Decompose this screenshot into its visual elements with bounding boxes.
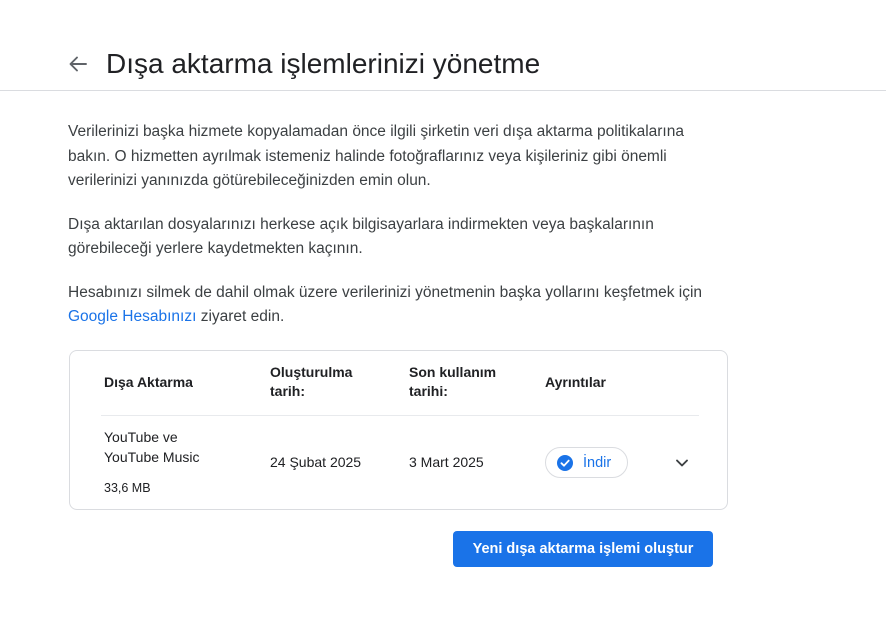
create-new-export-button[interactable]: Yeni dışa aktarma işlemi oluştur: [453, 531, 713, 567]
arrow-back-icon: [69, 56, 87, 72]
account-text-before: Hesabınızı silmek de dahil olmak üzere v…: [68, 283, 703, 301]
exports-table: Dışa Aktarma Oluşturulma tarih: Son kull…: [69, 350, 728, 510]
export-size: 33,6 MB: [104, 481, 151, 495]
intro-paragraph-policies: Verilerinizi başka hizmete kopyalamadan …: [68, 123, 684, 189]
intro-paragraph-account: Hesabınızı silmek de dahil olmak üzere v…: [68, 281, 728, 330]
download-button-label: İndir: [583, 454, 612, 471]
download-button[interactable]: İndir: [545, 447, 628, 478]
last-used-date: 3 Mart 2025: [409, 454, 484, 470]
intro-section: Verilerinizi başka hizmete kopyalamadan …: [68, 120, 728, 349]
page-header: Dışa aktarma işlemlerinizi yönetme: [0, 0, 886, 91]
export-name: YouTube ve YouTube Music: [104, 427, 199, 467]
column-header-details: Ayrıntılar: [545, 374, 606, 390]
account-text-after: ziyaret edin.: [196, 308, 285, 325]
chevron-down-icon: [676, 459, 688, 467]
column-header-created: Oluşturulma tarih:: [270, 363, 352, 401]
back-button[interactable]: [62, 50, 94, 78]
export-name-line1: YouTube ve: [104, 429, 178, 445]
google-account-link[interactable]: Google Hesabınızı: [68, 308, 196, 325]
export-name-line2: YouTube Music: [104, 449, 200, 465]
column-header-created-line1: Oluşturulma: [270, 364, 353, 380]
column-header-last-used-line1: Son kullanım: [409, 364, 497, 380]
column-header-created-line2: tarih:: [270, 383, 305, 399]
column-header-last-used-line2: tarihi:: [409, 383, 448, 399]
intro-paragraph-privacy: Dışa aktarılan dosyalarınızı herkese açı…: [68, 215, 654, 258]
column-header-last-used: Son kullanım tarihi:: [409, 363, 496, 401]
column-header-export: Dışa Aktarma: [104, 374, 193, 390]
table-header-divider: [101, 415, 699, 416]
page-title: Dışa aktarma işlemlerinizi yönetme: [106, 48, 541, 79]
created-date: 24 Şubat 2025: [270, 454, 362, 470]
expand-row-button[interactable]: [670, 454, 694, 472]
check-circle-icon: [557, 454, 573, 471]
